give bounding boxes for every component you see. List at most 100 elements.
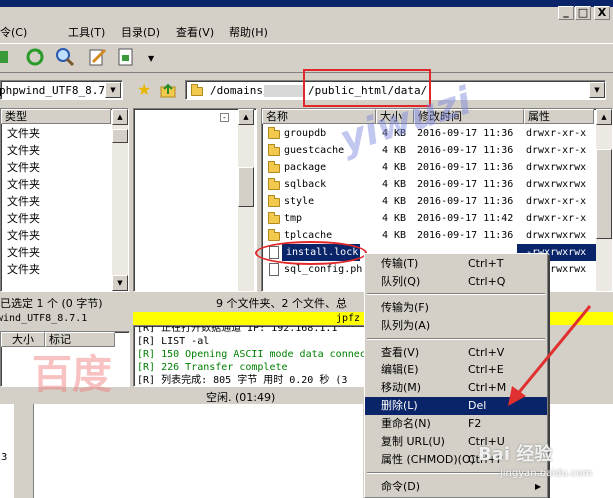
menu-help[interactable]: 帮助(H): [229, 24, 268, 40]
watermark-jingyan: Bai 经验: [478, 444, 553, 465]
list-item[interactable]: 文件夹: [7, 125, 107, 142]
cell-attr: drwxrwxrwx: [526, 179, 587, 190]
cell-attr: drwxr-xr-x: [526, 196, 587, 207]
chevron-down-icon[interactable]: ▼: [105, 82, 121, 98]
maximize-button[interactable]: □: [575, 6, 591, 20]
scroll-up-icon[interactable]: ▲: [112, 109, 128, 125]
path-prefix: /domains/: [210, 84, 270, 97]
scroll-up-icon[interactable]: ▲: [596, 109, 612, 125]
minimize-button[interactable]: _: [558, 6, 574, 20]
menu-view[interactable]: 查看(V): [176, 24, 214, 40]
list-item[interactable]: 文件夹: [7, 142, 107, 159]
menu-transfer[interactable]: 传输(T) Ctrl+T: [365, 255, 547, 273]
cell-attr: drwxr-xr-x: [526, 145, 587, 156]
connect-icon[interactable]: [0, 47, 16, 67]
folder-icon: [268, 144, 280, 156]
scroll-thumb[interactable]: [596, 149, 612, 239]
local-path-combo[interactable]: phpwind_UTF8_8.7.1 ▼: [0, 80, 123, 100]
scroll-thumb[interactable]: [238, 167, 254, 207]
bottom-main-white: [33, 404, 363, 498]
cell-modified: 2016-09-17 11:36: [417, 179, 514, 190]
edit-icon[interactable]: [87, 47, 107, 67]
list-item[interactable]: 文件夹: [7, 159, 107, 176]
menu-directory[interactable]: 目录(D): [121, 24, 160, 40]
menu-tools[interactable]: 工具(T): [68, 24, 105, 40]
log-line: [R] 列表完成: 805 字节 用时 0.20 秒 (3: [137, 375, 348, 386]
file-icon[interactable]: [116, 47, 136, 67]
cell-modified: 2016-09-17 11:36: [417, 230, 514, 241]
list-item[interactable]: 文件夹: [7, 210, 107, 227]
remote-status-right: jpfz: [336, 313, 361, 324]
folder-icon: [268, 212, 280, 224]
log-lines: [R] 正在打开数据通道 IP: 192.168.1.1 [R] LIST -al…: [137, 325, 366, 386]
list-item[interactable]: 文件夹: [7, 244, 107, 261]
menu-queue[interactable]: 队列(Q) Ctrl+Q: [365, 273, 547, 291]
search-icon[interactable]: [55, 47, 75, 67]
scroll-up-icon[interactable]: ▲: [238, 109, 254, 125]
menu-separator: [367, 293, 545, 295]
log-panel: [R] 正在打开数据通道 IP: 192.168.1.1 [R] LIST -al…: [133, 325, 368, 387]
folder-tree: - ▲: [133, 108, 257, 292]
list-item[interactable]: 文件夹: [7, 176, 107, 193]
local-scrollbar[interactable]: ▲ ▼: [112, 109, 128, 291]
table-row[interactable]: sqlback 4 KB 2016-09-17 11:36 drwxrwxrwx: [262, 176, 596, 193]
menu-rename[interactable]: 重命名(N) F2: [365, 415, 547, 433]
folder-icon: [268, 161, 280, 173]
close-button[interactable]: X: [594, 6, 610, 20]
chevron-down-icon[interactable]: ▼: [589, 82, 605, 98]
bottom-left-number: 3: [1, 452, 8, 463]
menubar: 令(C) 工具(T) 目录(D) 查看(V) 帮助(H): [0, 20, 560, 42]
path-blur: [264, 85, 304, 97]
table-row[interactable]: tmp 4 KB 2016-09-17 11:42 drwxr-xr-x: [262, 210, 596, 227]
scroll-down-icon[interactable]: ▼: [112, 275, 128, 291]
local-path-value: phpwind_UTF8_8.7.1: [0, 84, 119, 97]
remote-scrollbar[interactable]: ▲: [596, 109, 612, 291]
local-file-list: 类型 文件夹 文件夹 文件夹 文件夹 文件夹 文件夹 文件夹 文件夹 文件夹 ▲ ▼: [0, 108, 129, 292]
list-item[interactable]: 文件夹: [7, 261, 107, 278]
log-line: [R] 正在打开数据通道 IP: 192.168.1.1: [137, 325, 338, 334]
star-icon[interactable]: ★: [137, 80, 151, 99]
up-folder-icon[interactable]: [160, 82, 176, 101]
cell-size: 4 KB: [382, 196, 407, 207]
title-bar: [0, 0, 613, 7]
cell-modified: 2016-09-17 11:36: [417, 196, 514, 207]
scroll-thumb[interactable]: [112, 129, 128, 143]
cell-name: style: [284, 196, 315, 207]
table-row[interactable]: style 4 KB 2016-09-17 11:36 drwxr-xr-x: [262, 193, 596, 210]
annotation-arrow: [508, 305, 592, 406]
tree-expander-icon[interactable]: -: [220, 113, 229, 122]
watermark-url: jingyan.baidu.com: [500, 468, 593, 479]
cell-attr: drwxr-xr-x: [526, 213, 587, 224]
list-item[interactable]: 文件夹: [7, 227, 107, 244]
folder-icon: [268, 127, 280, 139]
column-header-attr[interactable]: 属性: [524, 109, 594, 124]
list-item[interactable]: 文件夹: [7, 193, 107, 210]
table-row[interactable]: package 4 KB 2016-09-17 11:36 drwxrwxrwx: [262, 159, 596, 176]
cell-attr: drwxr-xr-x: [526, 128, 587, 139]
cell-modified: 2016-09-17 11:42: [417, 213, 514, 224]
menu-command[interactable]: 令(C): [0, 24, 27, 40]
folder-icon: [268, 195, 280, 207]
file-icon: [269, 263, 279, 276]
log-line: [R] 150 Opening ASCII mode data connec: [137, 349, 366, 360]
watermark-baidu: 百度: [32, 352, 112, 398]
submenu-arrow-icon: ▶: [535, 482, 542, 491]
bottom-right-white: [546, 404, 613, 498]
column-header-type[interactable]: 类型: [1, 109, 111, 124]
log-line: [R] 226 Transfer complete: [137, 362, 288, 373]
local-rows: 文件夹 文件夹 文件夹 文件夹 文件夹 文件夹 文件夹 文件夹 文件夹: [7, 125, 107, 293]
table-row[interactable]: guestcache 4 KB 2016-09-17 11:36 drwxr-xr-x: [262, 142, 596, 159]
tree-scrollbar[interactable]: ▲: [238, 109, 254, 291]
cell-size: 4 KB: [382, 230, 407, 241]
folder-icon: [268, 229, 280, 241]
cell-modified: 2016-09-17 11:36: [417, 145, 514, 156]
cell-size: 4 KB: [382, 213, 407, 224]
menu-command[interactable]: 命令(D) ▶: [365, 478, 547, 496]
toolbar-dropdown-icon[interactable]: ▼: [148, 54, 154, 63]
log-line: [R] LIST -al: [137, 336, 210, 347]
refresh-icon[interactable]: [25, 47, 45, 67]
local-status-2: wind_UTF8_8.7.1: [0, 313, 88, 324]
log-status: 空闲. (01:49): [206, 391, 276, 404]
install-lock-circle: [255, 241, 367, 265]
cell-modified: 2016-09-17 11:36: [417, 162, 514, 173]
